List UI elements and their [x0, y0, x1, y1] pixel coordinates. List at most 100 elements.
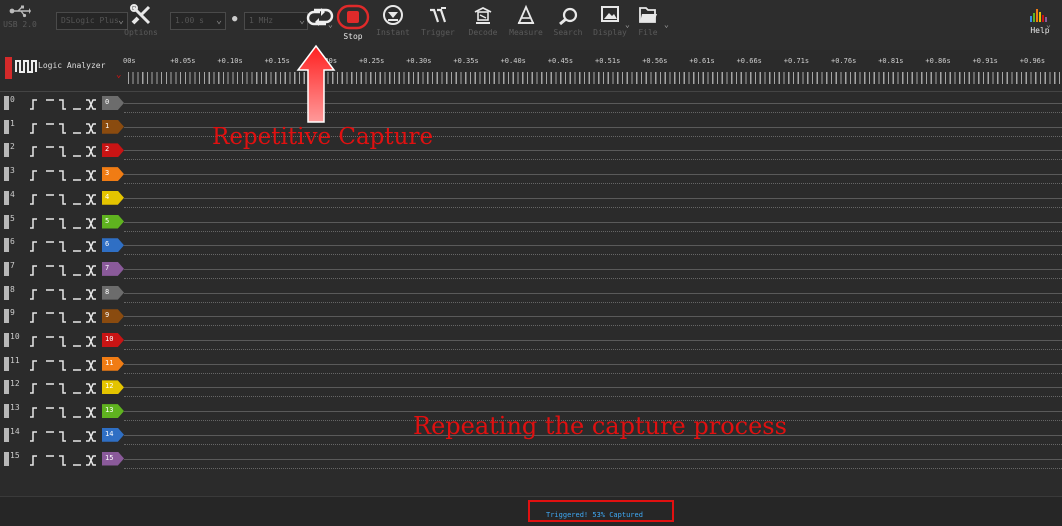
trigger-type-icons[interactable]	[28, 428, 100, 442]
channel-drag-handle[interactable]	[4, 451, 9, 466]
channel-index: 11	[10, 355, 20, 365]
stop-button[interactable]: Stop	[333, 4, 373, 41]
channel-divider	[124, 230, 1062, 232]
tick-label: +0.45s	[547, 57, 574, 65]
trigger-type-icons[interactable]	[28, 191, 100, 205]
channel-divider	[124, 301, 1062, 303]
channel-color-tag[interactable]: 9	[102, 309, 124, 324]
channel-row[interactable]: 10 10	[0, 329, 1062, 351]
help-chevron-icon[interactable]: ⌄	[1046, 20, 1051, 29]
channel-drag-handle[interactable]	[4, 190, 9, 205]
channel-row[interactable]: 66	[0, 234, 1062, 256]
status-highlight-box	[528, 500, 674, 522]
samplerate-select-value: 1 MHz	[249, 16, 274, 25]
channel-tag-label: 10	[105, 335, 114, 343]
channel-drag-handle[interactable]	[4, 119, 9, 134]
channel-color-tag[interactable]: 1	[102, 119, 124, 134]
file-button[interactable]: File	[628, 4, 668, 37]
channel-color-tag[interactable]: 3	[102, 167, 124, 182]
channel-row[interactable]: 77	[0, 258, 1062, 280]
channel-drag-handle[interactable]	[4, 356, 9, 371]
channel-row[interactable]: 11	[0, 116, 1062, 138]
trigger-type-icons[interactable]	[28, 167, 100, 181]
channel-row[interactable]: 00	[0, 92, 1062, 114]
channel-drag-handle[interactable]	[4, 404, 9, 419]
time-ruler[interactable]: Logic Analyzer ⌄ 00s +0.05s +0.10s +0.15s +0…	[0, 50, 1062, 92]
options-button[interactable]: Options	[121, 4, 161, 37]
trigger-type-icons[interactable]	[28, 333, 100, 347]
trigger-type-icons[interactable]	[28, 262, 100, 276]
trigger-type-icons[interactable]	[28, 380, 100, 395]
trigger-type-icons[interactable]	[28, 215, 100, 229]
channel-drag-handle[interactable]	[4, 309, 9, 324]
channel-row[interactable]: 15 15	[0, 448, 1062, 470]
tick-label: 00s	[123, 57, 136, 65]
decode-button[interactable]: Decode	[463, 4, 503, 37]
channel-color-tag[interactable]: 15	[102, 451, 124, 466]
channel-drag-handle[interactable]	[4, 285, 9, 300]
channel-row[interactable]: 11 11	[0, 353, 1062, 375]
help-button[interactable]: Help	[1020, 6, 1060, 35]
channel-drag-handle[interactable]	[4, 238, 9, 253]
channel-color-tag[interactable]: 2	[102, 143, 124, 158]
callout-arrow-icon	[296, 44, 336, 123]
trigger-button[interactable]: Trigger	[418, 4, 458, 37]
channel-drag-handle[interactable]	[4, 333, 9, 347]
tick-label: +0.61s	[689, 57, 715, 65]
trigger-type-icons[interactable]	[28, 120, 100, 134]
channel-row[interactable]: 99	[0, 305, 1062, 327]
channel-waveform	[124, 197, 1062, 199]
channel-color-tag[interactable]: 14	[102, 427, 124, 442]
measure-button[interactable]: Measure	[506, 4, 546, 37]
status-bar: Triggered! 53% Captured	[0, 496, 1062, 526]
channel-row[interactable]: 55	[0, 211, 1062, 233]
trigger-type-icons[interactable]	[28, 404, 100, 418]
logic-analyzer-icon	[15, 60, 37, 73]
mode-chevron-icon[interactable]: ⌄	[116, 70, 121, 80]
channel-color-tag[interactable]: 7	[102, 261, 124, 276]
channel-divider	[124, 206, 1062, 208]
channel-drag-handle[interactable]	[4, 214, 9, 229]
channel-drag-handle[interactable]	[4, 167, 9, 182]
channel-row[interactable]: 22	[0, 139, 1062, 161]
tick-label: +0.56s	[642, 57, 668, 65]
channel-drag-handle[interactable]	[4, 427, 9, 442]
trigger-type-icons[interactable]	[28, 96, 100, 110]
channel-color-tag[interactable]: 10	[102, 333, 124, 347]
channel-index: 2	[10, 142, 15, 152]
trigger-type-icons[interactable]	[28, 238, 100, 252]
file-chevron-icon[interactable]: ⌄	[664, 20, 669, 29]
display-button[interactable]: Display	[590, 4, 630, 37]
channel-color-tag[interactable]: 4	[102, 190, 124, 205]
channel-color-tag[interactable]: 13	[102, 404, 124, 419]
trigger-type-icons[interactable]	[28, 452, 100, 466]
channel-color-tag[interactable]: 11	[102, 356, 124, 371]
usb-button[interactable]: USB 2.0	[0, 4, 40, 29]
search-button[interactable]: Search	[548, 4, 588, 37]
channel-row[interactable]: 44	[0, 187, 1062, 209]
channel-row[interactable]: 33	[0, 163, 1062, 185]
channel-color-tag[interactable]: 6	[102, 238, 124, 253]
trigger-type-icons[interactable]	[28, 309, 100, 324]
channel-waveform	[124, 245, 1062, 247]
instant-button[interactable]: Instant	[373, 4, 413, 37]
channel-drag-handle[interactable]	[4, 261, 9, 276]
trigger-type-icons[interactable]	[28, 143, 100, 158]
channel-color-tag[interactable]: 12	[102, 380, 124, 395]
display-label: Display	[593, 28, 627, 37]
channel-tag-label: 15	[105, 453, 114, 462]
channel-tag-label: 5	[105, 216, 110, 225]
channel-drag-handle[interactable]	[4, 380, 9, 395]
channel-drag-handle[interactable]	[4, 96, 9, 110]
trigger-label: Trigger	[421, 28, 455, 37]
trigger-type-icons[interactable]	[28, 286, 100, 300]
channel-drag-handle[interactable]	[4, 143, 9, 158]
channel-row[interactable]: 88	[0, 282, 1062, 304]
stop-icon	[336, 4, 370, 30]
measure-icon	[517, 4, 535, 24]
channel-color-tag[interactable]: 5	[102, 214, 124, 229]
channel-color-tag[interactable]: 0	[102, 96, 124, 110]
channel-row[interactable]: 12 12	[0, 376, 1062, 398]
trigger-type-icons[interactable]	[28, 357, 100, 371]
channel-color-tag[interactable]: 8	[102, 285, 124, 300]
